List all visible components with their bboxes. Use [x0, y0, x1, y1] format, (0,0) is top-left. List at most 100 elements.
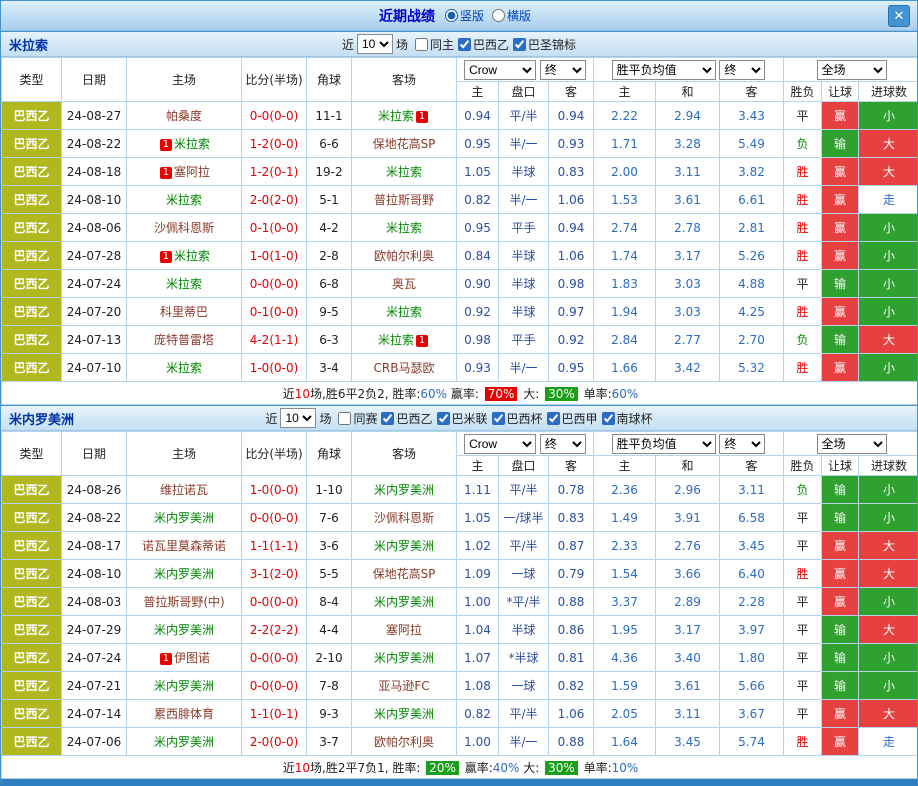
result-cell: 胜 [784, 242, 822, 270]
goals-result-cell: 小 [859, 270, 918, 298]
scope-select[interactable]: 全场 [817, 434, 887, 454]
summary-part: 20% [426, 761, 459, 775]
league-filter[interactable]: 巴西乙 [381, 410, 432, 427]
euro-away-odds: 3.43 [720, 102, 784, 130]
league-filter[interactable]: 巴西杯 [492, 410, 543, 427]
vertical-layout-radio[interactable] [445, 9, 458, 22]
league-filter-checkbox[interactable] [437, 412, 450, 425]
corner-score: 6-3 [307, 326, 352, 354]
match-date: 24-08-03 [62, 588, 127, 616]
layout-option-horizontal[interactable]: 横版 [492, 7, 531, 24]
away-team: 欧帕尔利奥 [352, 242, 457, 270]
match-score: 1-2(0-1) [242, 158, 307, 186]
euro-away-odds: 6.61 [720, 186, 784, 214]
league-filter-checkbox[interactable] [513, 38, 526, 51]
euro-stage-select[interactable]: 终 [719, 60, 765, 80]
match-score: 1-2(0-0) [242, 130, 307, 158]
home-team: 米内罗美洲 [127, 504, 242, 532]
corner-score: 9-3 [307, 700, 352, 728]
close-button[interactable]: ✕ [888, 5, 910, 27]
league-filter-checkbox[interactable] [381, 412, 394, 425]
match-row: 巴西乙24-07-13庞特普雷塔4-2(1-1)6-3米拉索10.98平手0.9… [2, 326, 918, 354]
league-filter[interactable]: 同主 [415, 36, 454, 53]
asian-home-odds: 1.02 [457, 532, 499, 560]
euro-draw-odds: 3.61 [656, 672, 720, 700]
horizontal-layout-label: 横版 [507, 7, 531, 24]
handicap-result-cell: 赢 [822, 588, 859, 616]
bookmaker-select[interactable]: Crow [464, 434, 536, 454]
match-date: 24-08-27 [62, 102, 127, 130]
league-filter-checkbox[interactable] [602, 412, 615, 425]
result-cell: 胜 [784, 560, 822, 588]
euro-odds-controls: 胜平负均值 终 [594, 432, 784, 456]
asian-handicap: 平/半 [499, 102, 549, 130]
recent-count-select[interactable]: 10 [280, 408, 316, 428]
euro-home-odds: 2.33 [594, 532, 656, 560]
league-filter-checkbox[interactable] [492, 412, 505, 425]
asian-stage-select[interactable]: 终 [540, 434, 586, 454]
league-filter[interactable]: 同赛 [338, 410, 377, 427]
col-eu-away: 客 [720, 82, 784, 102]
league-filter-checkbox[interactable] [415, 38, 428, 51]
match-date: 24-08-17 [62, 532, 127, 560]
scope-controls: 全场 [784, 432, 918, 456]
away-team: 米内罗美洲 [352, 588, 457, 616]
league-filter[interactable]: 巴西乙 [458, 36, 509, 53]
col-corner: 角球 [307, 58, 352, 102]
euro-draw-odds: 3.61 [656, 186, 720, 214]
euro-home-odds: 2.05 [594, 700, 656, 728]
summary-part: 近 [283, 761, 295, 775]
league-filter[interactable]: 巴米联 [437, 410, 488, 427]
euro-away-odds: 5.74 [720, 728, 784, 756]
summary-part: 10 [295, 387, 310, 401]
league-filter[interactable]: 巴西甲 [547, 410, 598, 427]
avg-odds-select[interactable]: 胜平负均值 [612, 60, 716, 80]
team-title: 米内罗美洲 [9, 409, 74, 428]
match-row: 巴西乙24-07-281米拉索1-0(1-0)2-8欧帕尔利奥0.84半球1.0… [2, 242, 918, 270]
home-team: 沙佩科恩斯 [127, 214, 242, 242]
away-team: 米拉索1 [352, 326, 457, 354]
match-score: 1-1(1-1) [242, 532, 307, 560]
asian-away-odds: 0.95 [549, 354, 594, 382]
away-team: 欧帕尔利奥 [352, 728, 457, 756]
league-filter[interactable]: 南球杯 [602, 410, 653, 427]
away-team: 保地花高SP [352, 130, 457, 158]
asian-away-odds: 0.87 [549, 532, 594, 560]
match-score: 0-0(0-0) [242, 102, 307, 130]
section-header-team1: 米拉索 近 10 场 同主巴西乙巴圣锦标 [1, 31, 917, 57]
match-row: 巴西乙24-08-10米内罗美洲3-1(2-0)5-5保地花高SP1.09一球0… [2, 560, 918, 588]
league-filter-checkbox[interactable] [338, 412, 351, 425]
asian-away-odds: 0.83 [549, 504, 594, 532]
vertical-layout-label: 竖版 [460, 7, 484, 24]
euro-home-odds: 3.37 [594, 588, 656, 616]
bookmaker-select[interactable]: Crow [464, 60, 536, 80]
home-team: 米拉索 [127, 354, 242, 382]
league-filter-checkbox[interactable] [458, 38, 471, 51]
asian-handicap: 半球 [499, 158, 549, 186]
layout-option-vertical[interactable]: 竖版 [445, 7, 484, 24]
euro-home-odds: 1.71 [594, 130, 656, 158]
league-filter-checkbox[interactable] [547, 412, 560, 425]
euro-home-odds: 1.94 [594, 298, 656, 326]
euro-home-odds: 2.22 [594, 102, 656, 130]
handicap-result-cell: 赢 [822, 298, 859, 326]
handicap-result-cell: 输 [822, 270, 859, 298]
euro-home-odds: 1.66 [594, 354, 656, 382]
red-card-badge: 1 [160, 653, 172, 665]
asian-home-odds: 0.95 [457, 130, 499, 158]
matches-table-team2: 类型 日期 主场 比分(半场) 角球 客场 Crow 终 胜平负均值 终 全场 [1, 431, 918, 779]
euro-away-odds: 3.82 [720, 158, 784, 186]
home-team: 累西腓体育 [127, 700, 242, 728]
asian-stage-select[interactable]: 终 [540, 60, 586, 80]
horizontal-layout-radio[interactable] [492, 9, 505, 22]
near-label: 近 [342, 36, 354, 53]
recent-count-select[interactable]: 10 [357, 34, 393, 54]
scope-select[interactable]: 全场 [817, 60, 887, 80]
euro-stage-select[interactable]: 终 [719, 434, 765, 454]
league-filter[interactable]: 巴圣锦标 [513, 36, 576, 53]
avg-odds-select[interactable]: 胜平负均值 [612, 434, 716, 454]
euro-draw-odds: 3.03 [656, 270, 720, 298]
section-filters: 近 10 场 同赛巴西乙巴米联巴西杯巴西甲南球杯 [265, 408, 652, 428]
col-type: 类型 [2, 432, 62, 476]
corner-score: 1-10 [307, 476, 352, 504]
